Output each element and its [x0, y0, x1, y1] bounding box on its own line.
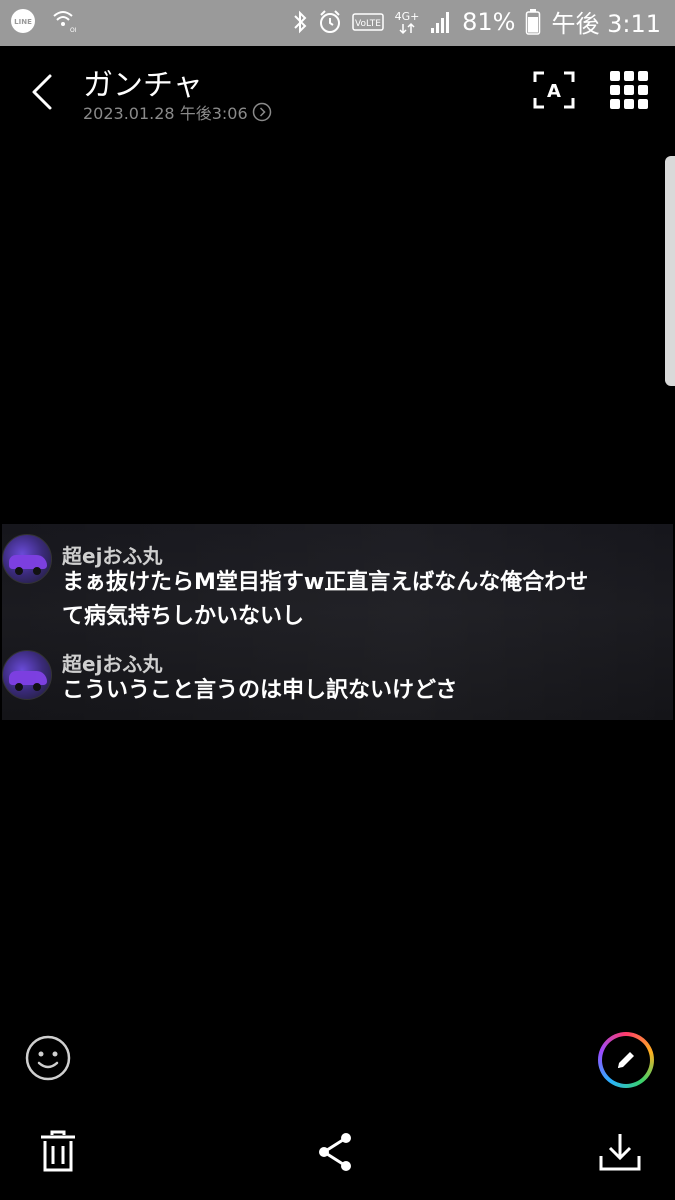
svg-text:A: A — [547, 81, 561, 102]
line-icon: LINE — [10, 8, 36, 34]
timestamp: 2023.01.28 午後3:06 — [83, 104, 248, 123]
text-recognition-button[interactable]: A — [532, 70, 576, 110]
signal-icon — [430, 10, 452, 34]
battery-icon — [525, 8, 541, 36]
back-button[interactable] — [22, 68, 62, 116]
share-icon — [319, 1133, 351, 1171]
volte-icon: VoLTE — [352, 11, 384, 33]
bluetooth-icon — [292, 8, 308, 36]
delete-button[interactable] — [38, 1130, 78, 1174]
status-time: 午後 3:11 — [551, 10, 661, 38]
page-title: ガンチャ — [83, 68, 203, 103]
status-left-icons: LINE ON — [10, 8, 76, 34]
pencil-icon — [618, 1052, 634, 1068]
grid-icon — [610, 71, 648, 109]
edit-button[interactable] — [598, 1032, 654, 1088]
network-4g-icon: 4G+ — [394, 7, 420, 37]
viewer-header: ガンチャ 2023.01.28 午後3:06 A — [0, 46, 675, 136]
subtitle-row[interactable]: 2023.01.28 午後3:06 — [83, 100, 272, 124]
message-text-line: て病気持ちしかいないし — [62, 604, 305, 629]
download-icon — [599, 1134, 641, 1171]
avatar — [2, 534, 52, 584]
trash-icon — [41, 1130, 75, 1172]
download-button[interactable] — [598, 1130, 642, 1174]
sender-name: 超ejおふ丸 — [62, 652, 163, 676]
battery-percent: 81% — [462, 7, 516, 36]
text-scan-icon: A — [533, 71, 575, 109]
status-right-icons: VoLTE 4G+ 81% 午後 3:11 — [292, 4, 661, 39]
sender-name: 超ejおふ丸 — [62, 544, 163, 568]
wifi-calling-icon: ON — [50, 8, 76, 34]
svg-text:4G+: 4G+ — [395, 10, 420, 23]
svg-text:LINE: LINE — [14, 18, 32, 26]
chat-screenshot-image: 超ejおふ丸 まぁ抜けたらM堂目指すw正直言えばなんな俺合わせ て病気持ちしかい… — [2, 524, 673, 720]
edit-button-inner — [602, 1036, 650, 1084]
smiley-icon — [25, 1035, 71, 1081]
message-text-line: まぁ抜けたらM堂目指すw正直言えばなんな俺合わせ — [62, 570, 589, 595]
svg-text:ON: ON — [70, 27, 76, 34]
message-text-line: こういうこと言うのは申し訳ないけどさ — [62, 678, 458, 703]
share-button[interactable] — [315, 1130, 355, 1174]
grid-view-button[interactable] — [608, 70, 650, 110]
sticker-button[interactable] — [24, 1034, 72, 1082]
svg-text:VoLTE: VoLTE — [355, 19, 381, 29]
chevron-left-icon — [32, 74, 52, 110]
avatar — [2, 650, 52, 700]
chevron-right-circle-icon — [252, 102, 271, 122]
status-bar: LINE ON VoLTE 4G+ 81% 午後 3:11 — [0, 0, 675, 46]
alarm-icon — [318, 9, 342, 35]
edge-panel-handle[interactable] — [665, 156, 675, 386]
